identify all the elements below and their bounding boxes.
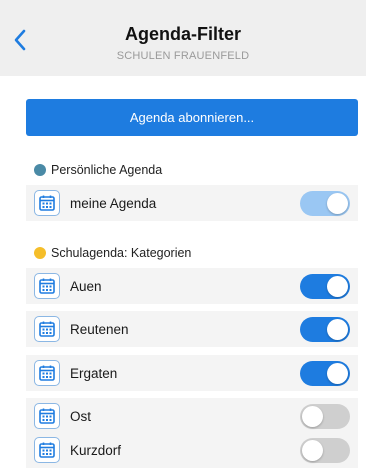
list-item-ergaten[interactable]: Ergaten: [26, 355, 358, 391]
list-item-label: Ost: [70, 408, 92, 424]
toggle-knob: [302, 405, 323, 427]
list-item-kurzdorf[interactable]: Kurzdorf: [26, 432, 358, 468]
list-item-meine-agenda[interactable]: meine Agenda: [26, 185, 358, 221]
nav-header: Agenda-Filter SCHULEN FRAUENFELD: [0, 0, 366, 76]
calendar-icon: [34, 273, 60, 299]
toggle-reutenen[interactable]: [300, 316, 350, 342]
toggle-knob: [327, 192, 348, 214]
list-item-label: Ergaten: [70, 365, 118, 381]
section-title: Persönliche Agenda: [51, 163, 163, 177]
toggle-knob: [327, 362, 348, 384]
page-subtitle: SCHULEN FRAUENFELD: [116, 50, 250, 62]
calendar-icon: [34, 360, 60, 386]
page-title: Agenda-Filter: [124, 24, 241, 44]
toggle-knob: [302, 439, 323, 461]
list-item-label: meine Agenda: [70, 195, 157, 211]
list-item-label: Kurzdorf: [70, 442, 122, 458]
toggle-auen[interactable]: [300, 273, 350, 299]
section-header-personal: Persönliche Agenda: [34, 160, 162, 180]
personal-dot-icon: [34, 164, 46, 176]
list-item-reutenen[interactable]: Reutenen: [26, 311, 358, 347]
subscribe-agenda-button[interactable]: Agenda abonnieren...: [26, 99, 358, 136]
list-item-ost[interactable]: Ost: [26, 398, 358, 434]
calendar-icon: [34, 403, 60, 429]
list-item-label: Auen: [70, 278, 102, 294]
calendar-icon: [34, 437, 60, 463]
toggle-ergaten[interactable]: [300, 360, 350, 386]
toggle-meine-agenda[interactable]: [300, 190, 350, 216]
section-header-school: Schulagenda: Kategorien: [34, 243, 191, 263]
list-item-auen[interactable]: Auen: [26, 268, 358, 304]
toggle-knob: [327, 275, 348, 297]
toggle-ost[interactable]: [300, 403, 350, 429]
list-item-label: Reutenen: [70, 321, 129, 337]
toggle-knob: [327, 318, 348, 340]
school-dot-icon: [34, 247, 46, 259]
toggle-kurzdorf[interactable]: [300, 437, 350, 463]
section-title: Schulagenda: Kategorien: [51, 246, 192, 260]
calendar-icon: [34, 316, 60, 342]
calendar-icon: [34, 190, 60, 216]
